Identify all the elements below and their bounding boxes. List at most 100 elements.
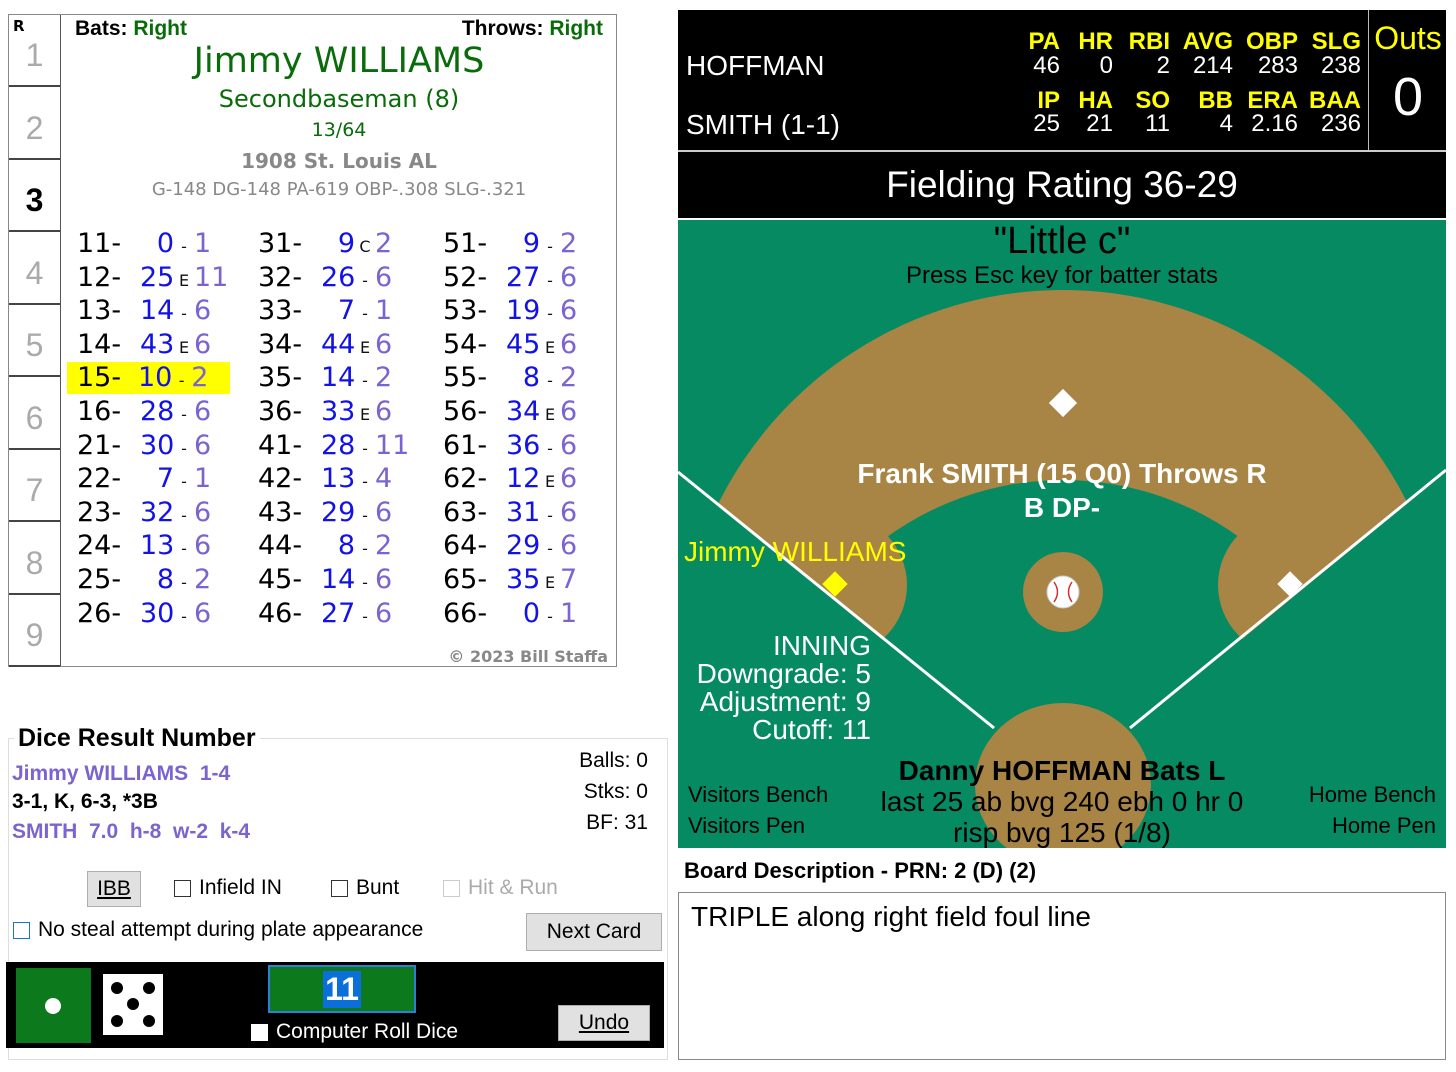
- result-cell: 61- 36-6: [443, 430, 600, 462]
- result-code: 10: [137, 362, 173, 394]
- hit-run-checkbox[interactable]: Hit & Run: [443, 876, 558, 900]
- row-button[interactable]: 2: [9, 88, 60, 160]
- bunt-checkbox[interactable]: Bunt: [331, 876, 399, 900]
- outs-label: Outs: [1374, 20, 1442, 56]
- no-steal-checkbox[interactable]: No steal attempt during plate appearance: [13, 918, 423, 942]
- result-value: 6: [194, 429, 212, 461]
- result-separator: -: [181, 505, 187, 525]
- result-code: 13: [140, 530, 175, 562]
- row-button[interactable]: 7: [9, 450, 60, 522]
- result-cell: 54- 45 E 6: [443, 329, 600, 361]
- result-cell: 14- 43 E 6: [77, 329, 234, 361]
- scoreboard: HOFFMAN SMITH (1-1) PA HR RBI AVG OBP SLG 46 0 2…: [678, 10, 1446, 150]
- roll-number: 11-: [77, 228, 122, 259]
- result-code: 27: [321, 597, 356, 629]
- die-pip: [127, 998, 139, 1010]
- stat-value: 0: [1099, 52, 1113, 79]
- result-cell: 25- 8-2: [77, 564, 234, 596]
- die-1[interactable]: [16, 968, 91, 1043]
- result-code: 19: [506, 295, 541, 327]
- infield-in-checkbox[interactable]: Infield IN: [174, 876, 282, 900]
- die-pip: [143, 1015, 155, 1027]
- die-2[interactable]: [103, 974, 163, 1035]
- row-button[interactable]: 1: [9, 15, 60, 87]
- result-separator: -: [547, 237, 553, 256]
- card-fraction: 13/64: [311, 119, 367, 141]
- result-code: 13: [321, 463, 356, 495]
- result-separator: -: [362, 606, 368, 626]
- adjustment: Adjustment: 9: [699, 686, 871, 717]
- result-value: 2: [191, 362, 209, 394]
- result-value: 6: [194, 295, 212, 327]
- result-value: 7: [560, 564, 578, 595]
- inning-info: INNING Downgrade: 5 Adjustment: 9 Cutoff…: [678, 632, 871, 744]
- visitors-bench-link[interactable]: Visitors Bench: [688, 782, 828, 808]
- result-value: 1: [560, 597, 578, 629]
- roll-number: 45-: [258, 564, 303, 595]
- checkbox-box[interactable]: [13, 921, 30, 939]
- hit-run-label: Hit & Run: [468, 876, 558, 899]
- runner-third[interactable]: Jimmy WILLIAMS: [684, 536, 906, 568]
- ibb-button[interactable]: IBB: [87, 871, 141, 907]
- copyright: © 2023 Bill Staffa: [448, 647, 608, 666]
- roll-value-input[interactable]: 11: [268, 965, 416, 1013]
- result-cell: 26- 30-6: [77, 598, 234, 630]
- row-button[interactable]: 8: [9, 523, 60, 595]
- roll-number: 33-: [258, 295, 303, 327]
- result-cell: 55- 8-2: [443, 362, 600, 394]
- stat-value: 236: [1320, 110, 1361, 137]
- undo-button[interactable]: Undo: [558, 1005, 650, 1041]
- result-code: 0: [522, 597, 540, 629]
- stat-value: 11: [1145, 110, 1170, 137]
- count-info: Balls: 0 Stks: 0 BF: 31: [579, 745, 648, 838]
- visitors-pen-link[interactable]: Visitors Pen: [688, 813, 805, 839]
- roll-number: 64-: [443, 530, 488, 562]
- result-code: 8: [156, 564, 174, 595]
- result-separator: E: [544, 573, 556, 592]
- roll-number: 66-: [443, 597, 488, 629]
- result-cell: 53- 19-6: [443, 295, 600, 327]
- player-name: Jimmy WILLIAMS: [193, 41, 485, 81]
- result-value: 6: [560, 261, 578, 293]
- result-code: 27: [506, 261, 541, 293]
- balls-count: Balls: 0: [579, 749, 648, 772]
- season-stats: G-148 DG-148 PA-619 OBP-.308 SLG-.321: [151, 179, 527, 200]
- fielding-rating: Fielding Rating 36-29: [678, 150, 1446, 218]
- result-separator: -: [181, 573, 187, 592]
- result-code: 29: [321, 496, 356, 528]
- checkbox-box[interactable]: [443, 879, 460, 897]
- stat-value: 238: [1320, 52, 1361, 79]
- row-button[interactable]: 9: [9, 595, 60, 667]
- result-separator: -: [181, 304, 187, 324]
- row-button[interactable]: 6: [9, 378, 60, 450]
- result-code: 9: [522, 228, 540, 259]
- result-value: 2: [375, 362, 393, 394]
- row-button[interactable]: 3: [9, 160, 60, 232]
- result-separator: -: [547, 606, 553, 626]
- result-code: 28: [321, 429, 356, 461]
- row-button[interactable]: 4: [9, 233, 60, 305]
- computer-roll-checkbox[interactable]: Computer Roll Dice: [251, 1020, 458, 1044]
- result-value: 2: [560, 228, 578, 259]
- result-value: 6: [375, 597, 393, 629]
- result-value: 6: [560, 396, 578, 427]
- downgrade: Downgrade: 5: [696, 658, 871, 689]
- result-value: 1: [375, 295, 393, 327]
- infield-in-label: Infield IN: [199, 876, 282, 899]
- pitcher-line: SMITH 7.0 h-8 w-2 k-4: [12, 820, 251, 843]
- checkbox-box[interactable]: [251, 1023, 268, 1041]
- checkbox-box[interactable]: [331, 879, 348, 897]
- checkbox-box[interactable]: [174, 879, 191, 897]
- row-button[interactable]: 5: [9, 305, 60, 377]
- result-value: 11: [375, 429, 410, 461]
- home-bench-link[interactable]: Home Bench: [1309, 782, 1436, 808]
- result-value: 2: [194, 564, 212, 595]
- result-cell: 12- 25 E 11: [77, 262, 234, 294]
- result-value: 6: [194, 597, 212, 629]
- batter-name: HOFFMAN: [686, 50, 825, 81]
- home-pen-link[interactable]: Home Pen: [1332, 813, 1436, 839]
- result-code: 26: [321, 261, 356, 293]
- roll-number: 12-: [77, 261, 122, 293]
- next-card-button[interactable]: Next Card: [526, 913, 662, 951]
- roll-number: 62-: [443, 463, 488, 495]
